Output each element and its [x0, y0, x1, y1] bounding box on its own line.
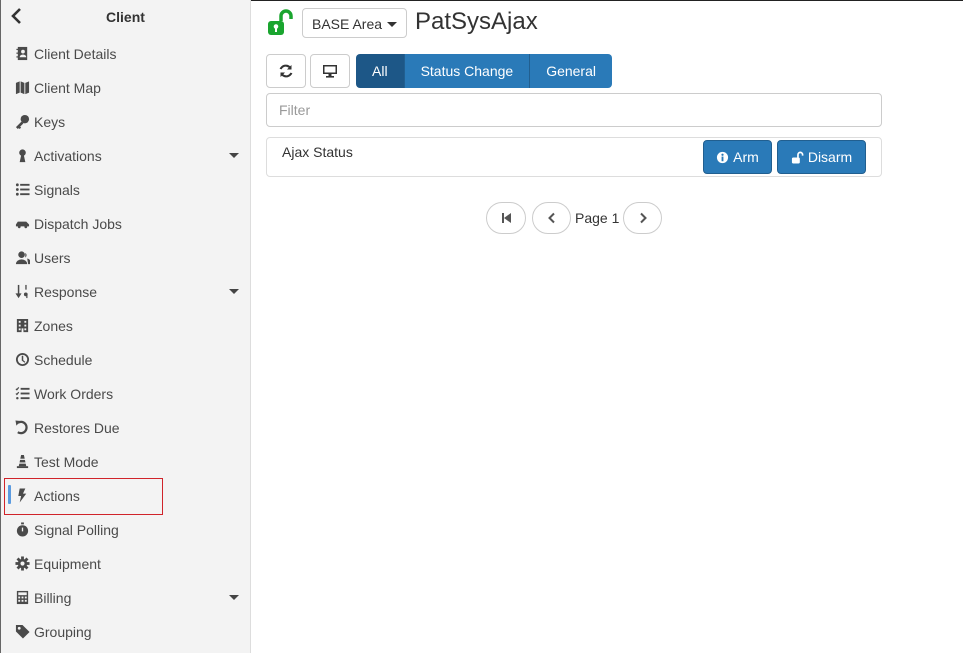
main-panel: BASE Area PatSysAjax All Status Change G… [251, 0, 963, 653]
sidebar: Client Client Details Client Map Keys Activ… [0, 0, 251, 653]
caret-down-icon[interactable] [229, 289, 239, 294]
sidebar-item-client-map[interactable]: Client Map [5, 70, 251, 104]
sidebar-header: Client [1, 0, 250, 34]
arm-label: Arm [733, 149, 759, 165]
clock-icon [14, 351, 30, 367]
prev-page-button[interactable] [532, 202, 571, 234]
monitor-button[interactable] [310, 54, 350, 88]
chevron-right-icon [639, 212, 647, 224]
page-indicator: Page 1 [575, 210, 620, 226]
app: Client Client Details Client Map Keys Activ… [0, 0, 963, 653]
tab-general[interactable]: General [530, 54, 612, 88]
sidebar-item-label: Equipment [34, 556, 101, 572]
sidebar-item-label: Test Mode [34, 454, 99, 470]
sidebar-item-restores-due[interactable]: Restores Due [5, 410, 251, 444]
active-indicator [8, 485, 11, 504]
refresh-button[interactable] [266, 54, 306, 88]
page-title: PatSysAjax [415, 8, 538, 35]
sidebar-item-label: Client Map [34, 80, 101, 96]
sidebar-item-client-details[interactable]: Client Details [5, 36, 251, 70]
antenna-icon [14, 147, 30, 163]
map-icon [14, 79, 30, 95]
sidebar-item-label: Dispatch Jobs [34, 216, 122, 232]
tab-all[interactable]: All [356, 54, 405, 88]
sidebar-item-label: Users [34, 250, 71, 266]
caret-down-icon [387, 22, 397, 27]
calculator-icon [14, 589, 30, 605]
bolt-icon [14, 487, 30, 503]
arm-button[interactable]: Arm [703, 140, 772, 174]
tasks-icon [14, 385, 30, 401]
info-circle-icon [717, 151, 729, 163]
caret-down-icon[interactable] [229, 153, 239, 158]
cog-icon [14, 555, 30, 571]
sidebar-title: Client [106, 9, 145, 25]
sidebar-item-signals[interactable]: Signals [5, 172, 251, 206]
sidebar-item-zones[interactable]: Zones [5, 308, 251, 342]
first-page-icon [502, 213, 511, 223]
sidebar-item-label: Zones [34, 318, 73, 334]
list-icon [14, 181, 30, 197]
stopwatch-icon [14, 521, 30, 537]
building-icon [14, 317, 30, 333]
sidebar-item-actions[interactable]: Actions [5, 478, 251, 512]
sidebar-item-label: Grouping [34, 624, 92, 640]
unlocked-icon[interactable] [267, 9, 293, 37]
cone-icon [14, 453, 30, 469]
users-icon [14, 249, 30, 265]
sidebar-item-label: Restores Due [34, 420, 120, 436]
sidebar-item-label: Activations [34, 148, 102, 164]
tag-icon [14, 623, 30, 639]
sidebar-item-label: Signal Polling [34, 522, 119, 538]
tab-status-change[interactable]: Status Change [404, 54, 531, 88]
address-book-icon [14, 45, 30, 61]
sidebar-item-activations[interactable]: Activations [5, 138, 251, 172]
area-select[interactable]: BASE Area [302, 8, 407, 38]
sidebar-item-equipment[interactable]: Equipment [5, 546, 251, 580]
caret-down-icon[interactable] [229, 595, 239, 600]
sidebar-item-label: Actions [34, 488, 80, 504]
sidebar-item-work-orders[interactable]: Work Orders [5, 376, 251, 410]
sort-numeric-icon [14, 283, 30, 299]
sidebar-item-label: Schedule [34, 352, 93, 368]
undo-icon [14, 419, 30, 435]
chevron-left-icon [547, 212, 555, 224]
desktop-icon [323, 65, 337, 78]
tab-group: All Status Change General [356, 54, 612, 88]
sidebar-item-label: Response [34, 284, 98, 300]
sidebar-item-schedule[interactable]: Schedule [5, 342, 251, 376]
sidebar-item-keys[interactable]: Keys [5, 104, 251, 138]
sidebar-item-response[interactable]: Response [5, 274, 251, 308]
sidebar-item-users[interactable]: Users [5, 240, 251, 274]
action-row: Ajax Status Arm Disarm [266, 137, 882, 177]
sidebar-item-test-mode[interactable]: Test Mode [5, 444, 251, 478]
car-icon [14, 215, 30, 231]
sidebar-item-grouping[interactable]: Grouping [5, 614, 251, 648]
key-icon [14, 113, 30, 129]
unlock-icon [791, 151, 804, 164]
sidebar-item-signal-polling[interactable]: Signal Polling [5, 512, 251, 546]
sidebar-item-label: Keys [34, 114, 66, 130]
sidebar-item-label: Work Orders [34, 386, 114, 402]
refresh-icon [279, 64, 293, 78]
action-name: Ajax Status [282, 144, 353, 160]
next-page-button[interactable] [623, 202, 662, 234]
sidebar-item-label: Billing [34, 590, 72, 606]
disarm-button[interactable]: Disarm [777, 140, 866, 174]
disarm-label: Disarm [807, 149, 853, 165]
sidebar-item-dispatch-jobs[interactable]: Dispatch Jobs [5, 206, 251, 240]
filter-input[interactable] [266, 93, 882, 127]
first-page-button[interactable] [486, 202, 526, 234]
area-select-value: BASE Area [312, 16, 383, 32]
sidebar-item-billing[interactable]: Billing [5, 580, 251, 614]
sidebar-item-label: Client Details [34, 46, 117, 62]
sidebar-item-label: Signals [34, 182, 80, 198]
